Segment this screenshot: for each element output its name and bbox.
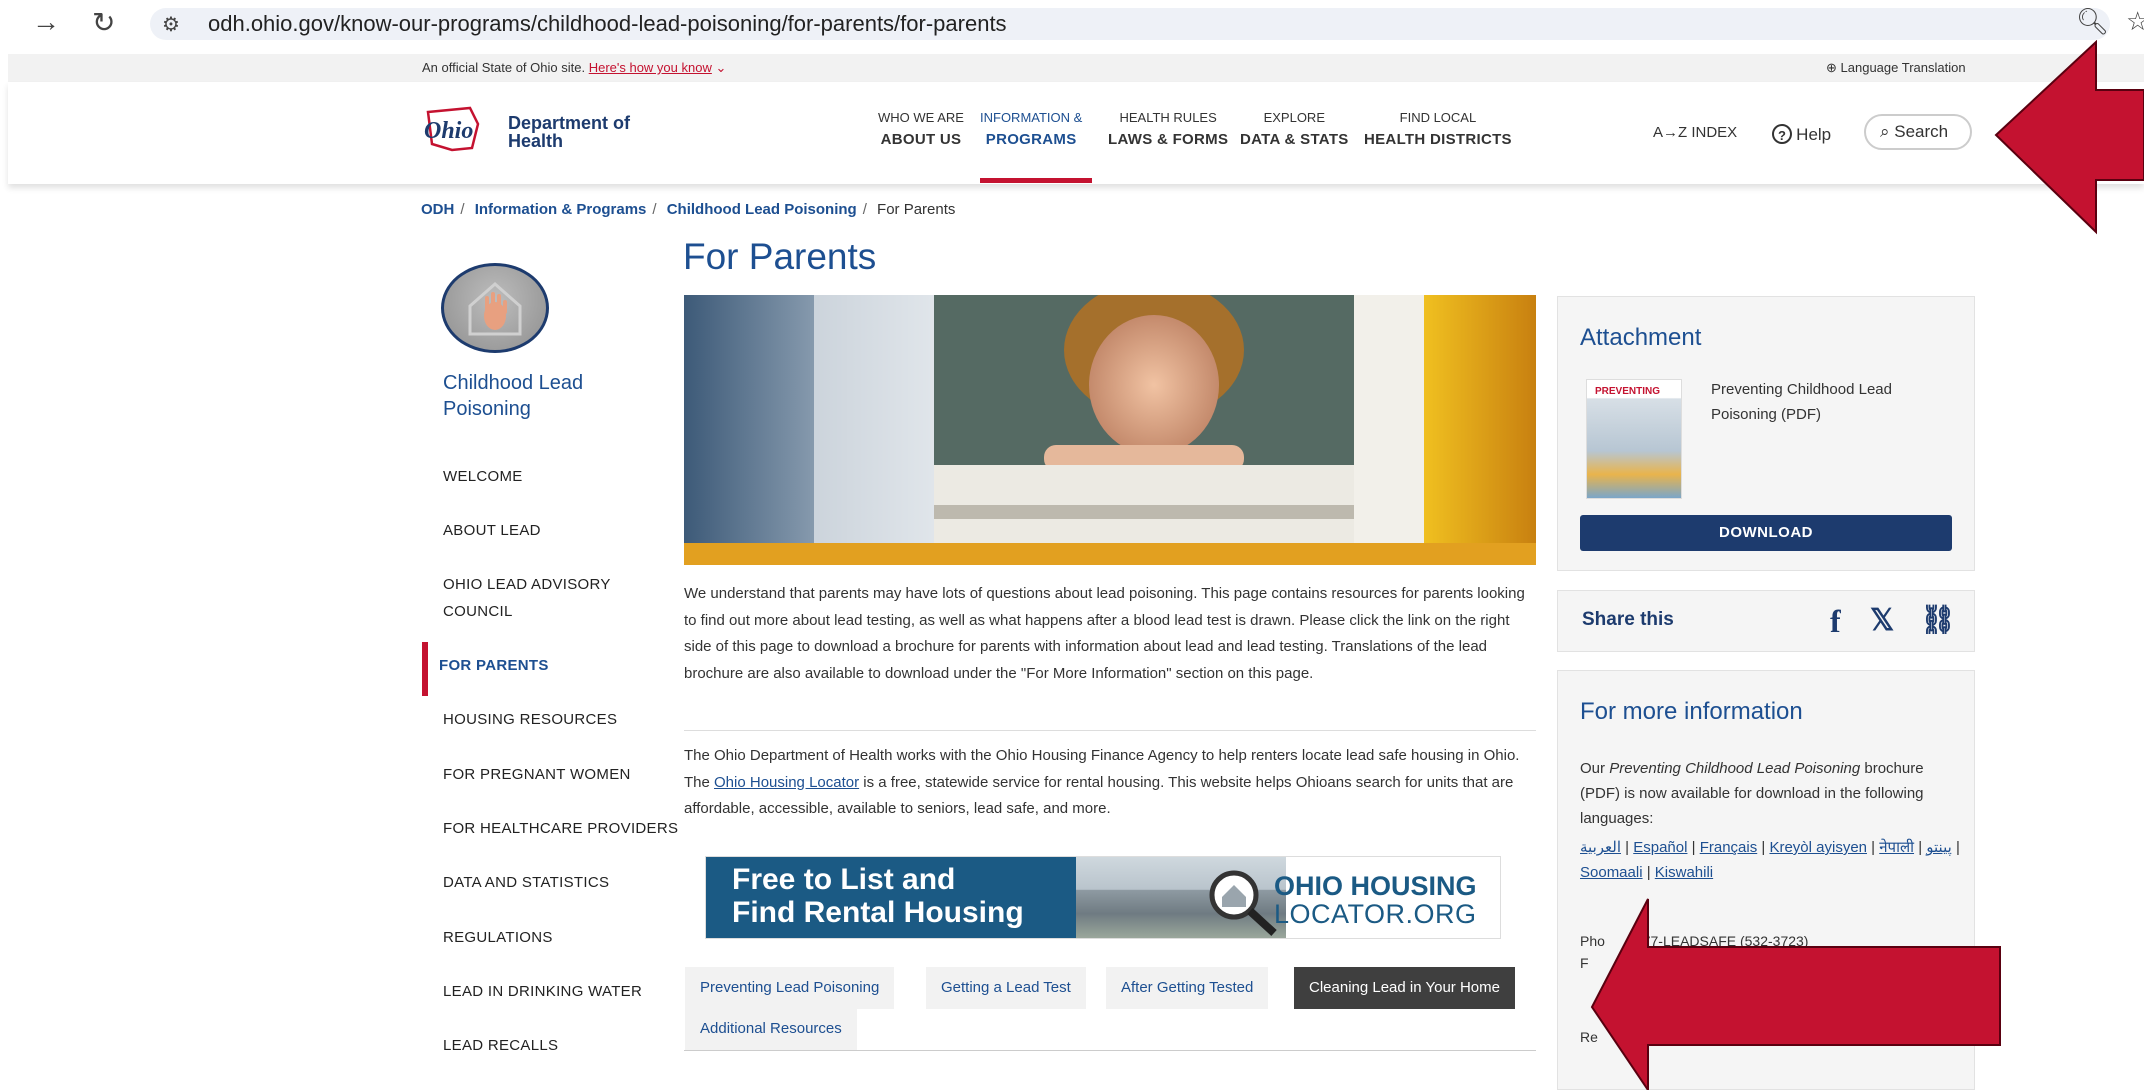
tab-after-getting-tested[interactable]: After Getting Tested [1106,967,1269,1009]
sidebar-item-for-parents[interactable]: FOR PARENTS [439,652,549,679]
sidebar-item-welcome[interactable]: WELCOME [443,463,523,490]
how-you-know-link[interactable]: Here's how you know [589,60,712,75]
attachment-card: Attachment PREVENTING Preventing Childho… [1557,296,1975,571]
svg-text:Ohio: Ohio [424,118,473,144]
tab-preventing-lead-poisoning[interactable]: Preventing Lead Poisoning [685,967,895,1009]
zoom-icon[interactable]: 🔍︎ [2076,6,2109,37]
lang-haitian-creole-link[interactable]: Kreyòl ayisyen [1769,839,1867,856]
nav-health-districts[interactable]: FIND LOCAL HEALTH DISTRICTS [1364,110,1512,148]
lang-spanish-link[interactable]: Español [1633,839,1687,856]
site-header: Ohio Department of Health WHO WE ARE ABO… [8,82,2144,184]
share-label: Share this [1582,609,1674,630]
breadcrumb-odh[interactable]: ODH [421,201,454,218]
org-name-line1: Department of [508,113,631,133]
index-link[interactable]: A→Z INDEX [1653,124,1737,141]
link-icon[interactable]: ⛓ [1920,603,1956,636]
nav-about-us[interactable]: WHO WE ARE ABOUT US [878,110,964,148]
housing-paragraph: The Ohio Department of Health works with… [684,747,1520,817]
star-icon[interactable]: ☆ [2126,6,2144,37]
tab-cleaning-lead[interactable]: Cleaning Lead in Your Home [1294,967,1515,1009]
brochure-thumbnail[interactable]: PREVENTING [1586,379,1682,499]
official-site-banner: An official State of Ohio site. Here's h… [8,54,2144,82]
section-divider [684,730,1536,731]
address-bar[interactable]: ⚙ odh.ohio.gov/know-our-programs/childho… [150,8,2110,40]
arrow-right-icon[interactable]: → [32,6,60,38]
banner-line2: Find Rental Housing [732,896,1024,929]
breadcrumb-programs[interactable]: Information & Programs [475,201,647,218]
facebook-icon[interactable]: f [1830,603,1841,640]
lang-somali-link[interactable]: Soomaali [1580,864,1643,881]
tabs-underline [684,1050,1536,1051]
sidebar-item-regulations[interactable]: REGULATIONS [443,924,553,951]
program-icon [441,263,549,353]
nav-active-indicator [980,178,1092,183]
sidebar-item-advisory-council[interactable]: OHIO LEAD ADVISORY COUNCIL [443,571,633,625]
housing-locator-banner[interactable]: Free to List and Find Rental Housing OHI… [705,856,1501,939]
download-button[interactable]: DOWNLOAD [1580,515,1952,551]
annotation-arrow-tab [1590,898,2001,1090]
share-card: Share this f 𝕏 ⛓ [1557,590,1975,652]
lang-french-link[interactable]: Français [1700,839,1758,856]
attachment-title: Attachment [1580,324,1702,351]
lang-swahili-link[interactable]: Kiswahili [1655,864,1713,881]
help-icon: ? [1772,124,1792,144]
help-label: Help [1796,125,1832,144]
intro-paragraph: We understand that parents may have lots… [684,585,1525,682]
more-info-text: Our Preventing Childhood Lead Poisoning … [1580,760,1924,827]
sidebar-item-about-lead[interactable]: ABOUT LEAD [443,517,541,544]
annotation-arrow-search [1994,40,2144,235]
house-hand-icon [468,282,522,336]
partial-line-f: F [1580,955,1589,971]
magnifier-house-icon [1209,870,1277,936]
globe-icon: ⊕ [1826,60,1837,75]
language-translation-link[interactable]: ⊕ Language Translation [1826,60,1966,76]
nav-programs[interactable]: INFORMATION & PROGRAMS [980,110,1082,148]
sidebar-title[interactable]: Childhood Lead Poisoning [443,370,603,422]
search-icon: ⌕ [1880,122,1890,141]
search-button[interactable]: ⌕ Search [1864,114,1972,150]
sidebar-item-housing-resources[interactable]: HOUSING RESOURCES [443,706,617,733]
language-links: العربية | Español | Français | Kreyòl ay… [1580,839,1960,881]
search-label: Search [1894,122,1949,141]
lang-pashto-link[interactable]: پینتو [1926,839,1952,856]
chevron-down-icon[interactable]: ⌄ [715,60,726,75]
browser-toolbar: → ↻ ⚙ odh.ohio.gov/know-our-programs/chi… [0,0,2144,46]
child-at-window-image [684,295,1536,565]
language-translation-label: Language Translation [1840,60,1966,75]
banner-line1: Free to List and [732,863,956,896]
sidebar-item-drinking-water[interactable]: LEAD IN DRINKING WATER [443,978,642,1005]
org-name-line2: Health [508,131,564,151]
tab-additional-resources[interactable]: Additional Resources [685,1008,857,1050]
tab-getting-lead-test[interactable]: Getting a Lead Test [926,967,1086,1009]
x-icon[interactable]: 𝕏 [1870,603,1894,638]
site-info-icon[interactable]: ⚙ [162,12,180,37]
banner-brand-line1: OHIO HOUSING [1274,871,1477,901]
sidebar-active-indicator [422,642,428,696]
breadcrumb: ODH / Information & Programs / Childhood L… [421,201,956,218]
sidebar-item-data-statistics[interactable]: DATA AND STATISTICS [443,869,609,896]
breadcrumb-lead[interactable]: Childhood Lead Poisoning [667,201,857,218]
sidebar-item-lead-recalls[interactable]: LEAD RECALLS [443,1032,558,1059]
lang-arabic-link[interactable]: العربية [1580,839,1621,856]
breadcrumb-current: For Parents [877,201,956,218]
url-text[interactable]: odh.ohio.gov/know-our-programs/childhood… [208,11,1007,37]
official-text: An official State of Ohio site. [422,60,586,75]
ohio-housing-locator-link[interactable]: Ohio Housing Locator [714,774,859,791]
page-title: For Parents [683,236,877,277]
org-name[interactable]: Department of Health [508,114,630,150]
banner-brand-line2: LOCATOR.ORG [1274,899,1477,929]
hero-image [684,295,1536,565]
nav-data-stats[interactable]: EXPLORE DATA & STATS [1240,110,1349,148]
ohio-logo[interactable]: Ohio [422,104,482,154]
lang-nepali-link[interactable]: नेपाली [1879,839,1914,856]
sidebar-item-pregnant-women[interactable]: FOR PREGNANT WOMEN [443,761,631,788]
more-info-title: For more information [1580,698,1803,725]
help-link[interactable]: ? Help [1772,124,1831,145]
reload-icon[interactable]: ↻ [92,6,115,39]
attachment-name[interactable]: Preventing Childhood Lead Poisoning (PDF… [1711,377,1951,427]
sidebar-item-healthcare-providers[interactable]: FOR HEALTHCARE PROVIDERS [443,815,678,842]
nav-laws-forms[interactable]: HEALTH RULES LAWS & FORMS [1108,110,1228,148]
